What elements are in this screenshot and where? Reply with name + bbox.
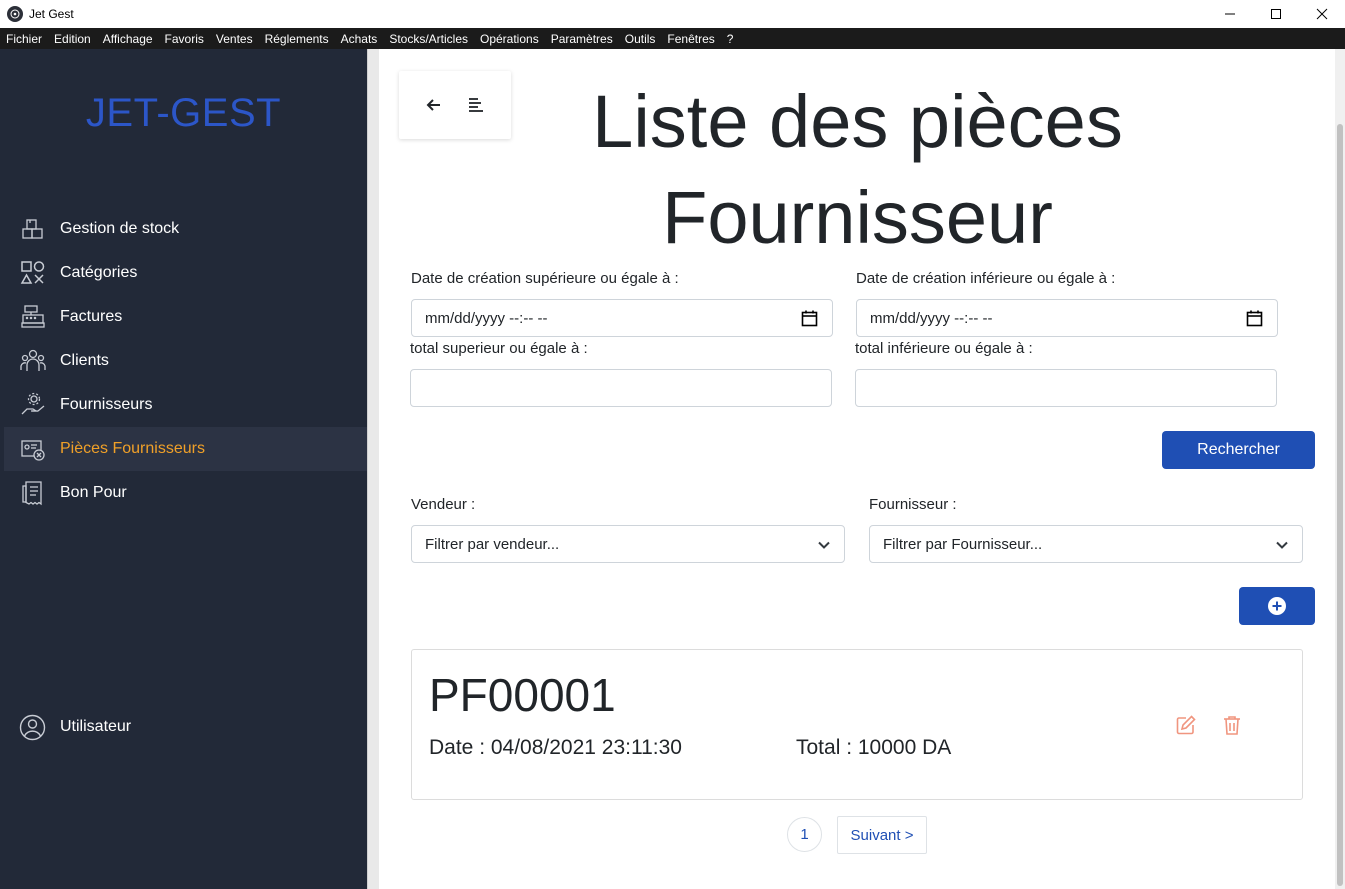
sidebar-item-gestion-de-stock[interactable]: Gestion de stock (4, 207, 367, 251)
menu-parametres[interactable]: Paramètres (545, 32, 619, 46)
sidebar-item-label: Catégories (60, 264, 138, 281)
user-circle-icon (19, 714, 46, 741)
close-button[interactable] (1299, 0, 1345, 28)
sidebar-item-label: Bon Pour (60, 484, 127, 501)
scrollbar[interactable] (1335, 49, 1345, 889)
sidebar-item-fournisseurs[interactable]: Fournisseurs (4, 383, 367, 427)
sidebar-item-factures[interactable]: Factures (4, 295, 367, 339)
cash-register-icon (19, 304, 46, 331)
sidebar-item-label: Clients (60, 352, 109, 369)
boxes-icon (19, 216, 46, 243)
menu-toggle-button[interactable] (466, 95, 486, 115)
date-to-input[interactable]: mm/dd/yyyy --:-- -- (856, 299, 1278, 337)
chevron-down-icon (818, 541, 830, 549)
arrow-left-icon (426, 99, 440, 111)
shapes-icon (19, 260, 46, 287)
chevron-down-icon (1276, 541, 1288, 549)
menu-affichage[interactable]: Affichage (97, 32, 159, 46)
total-min-input[interactable] (410, 369, 832, 407)
menu-favoris[interactable]: Favoris (159, 32, 210, 46)
maximize-icon (1271, 9, 1281, 19)
sidebar-item-label: Gestion de stock (60, 220, 180, 237)
piece-date: Date : 04/08/2021 23:11:30 (429, 736, 682, 759)
vendor-label: Vendeur : (411, 496, 476, 513)
supplier-label: Fournisseur : (869, 496, 957, 513)
menu-stocks-articles[interactable]: Stocks/Articles (383, 32, 474, 46)
brand-logo[interactable]: JET-GEST (0, 91, 367, 136)
total-max-input[interactable] (855, 369, 1277, 407)
menu-reglements[interactable]: Réglements (259, 32, 335, 46)
date-from-value: mm/dd/yyyy --:-- -- (425, 309, 548, 327)
back-button[interactable] (424, 95, 444, 115)
page-1-button[interactable]: 1 (787, 817, 822, 852)
sidebar-item-clients[interactable]: Clients (4, 339, 367, 383)
menu-help[interactable]: ? (721, 32, 740, 46)
main-content: Liste des pièces Fournisseur Date de cré… (380, 49, 1335, 889)
date-from-input[interactable]: mm/dd/yyyy --:-- -- (411, 299, 833, 337)
edit-icon[interactable] (1175, 714, 1197, 736)
next-page-button[interactable]: Suivant > (837, 816, 927, 854)
calendar-icon[interactable] (801, 310, 818, 327)
date-to-label: Date de création inférieure ou égale à : (856, 270, 1116, 287)
toolbar (399, 71, 511, 139)
window-titlebar: Jet Gest (0, 0, 1345, 28)
page-title: Liste des pièces Fournisseur (592, 80, 1123, 259)
sidebar-item-categories[interactable]: Catégories (4, 251, 367, 295)
date-from-label: Date de création supérieure ou égale à : (411, 270, 679, 287)
sidebar-item-bon-pour[interactable]: Bon Pour (4, 471, 367, 515)
add-piece-button[interactable] (1239, 587, 1315, 625)
minimize-icon (1225, 13, 1235, 15)
maximize-button[interactable] (1253, 0, 1299, 28)
total-min-label: total superieur ou égale à : (410, 340, 588, 357)
plus-circle-icon (1268, 597, 1286, 615)
date-to-value: mm/dd/yyyy --:-- -- (870, 309, 993, 327)
sidebar-item-utilisateur[interactable]: Utilisateur (4, 705, 367, 749)
sidebar-item-label: Utilisateur (60, 718, 132, 735)
total-max-label: total inférieure ou égale à : (855, 340, 1033, 357)
menu-outils[interactable]: Outils (619, 32, 662, 46)
minimize-button[interactable] (1207, 0, 1253, 28)
sidebar-item-pieces-fournisseurs[interactable]: Pièces Fournisseurs (4, 427, 367, 471)
menu-edition[interactable]: Edition (48, 32, 97, 46)
menu-fenetres[interactable]: Fenêtres (661, 32, 720, 46)
receipt-icon (19, 480, 46, 507)
supplier-document-icon (19, 436, 46, 463)
vendor-select[interactable]: Filtrer par vendeur... (411, 525, 845, 563)
panel-divider (367, 49, 379, 889)
menu-ventes[interactable]: Ventes (210, 32, 259, 46)
sidebar: JET-GEST Gestion de stock Catégories Fac… (0, 49, 367, 889)
supplier-hand-icon (19, 392, 46, 419)
piece-total: Total : 10000 DA (796, 736, 952, 759)
supplier-select[interactable]: Filtrer par Fournisseur... (869, 525, 1303, 563)
piece-code: PF00001 (429, 669, 616, 721)
vendor-select-value: Filtrer par vendeur... (425, 535, 560, 553)
calendar-icon[interactable] (1246, 310, 1263, 327)
menu-achats[interactable]: Achats (335, 32, 384, 46)
align-left-icon (469, 98, 483, 112)
sidebar-item-label: Fournisseurs (60, 396, 153, 413)
menu-operations[interactable]: Opérations (474, 32, 545, 46)
sidebar-item-label: Factures (60, 308, 123, 325)
scrollbar-thumb[interactable] (1337, 124, 1343, 886)
piece-card: PF00001 Date : 04/08/2021 23:11:30 Total… (411, 649, 1303, 800)
supplier-select-value: Filtrer par Fournisseur... (883, 535, 1043, 553)
search-button[interactable]: Rechercher (1162, 431, 1315, 469)
sidebar-item-label: Pièces Fournisseurs (60, 440, 205, 457)
close-icon (1316, 8, 1328, 20)
users-icon (19, 348, 46, 375)
menu-fichier[interactable]: Fichier (0, 32, 48, 46)
trash-icon[interactable] (1221, 714, 1243, 736)
window-title: Jet Gest (29, 7, 74, 21)
menubar: Fichier Edition Affichage Favoris Ventes… (0, 28, 1345, 49)
sidebar-nav: Gestion de stock Catégories Factures Cli… (0, 207, 367, 515)
app-logo-icon (7, 6, 23, 22)
